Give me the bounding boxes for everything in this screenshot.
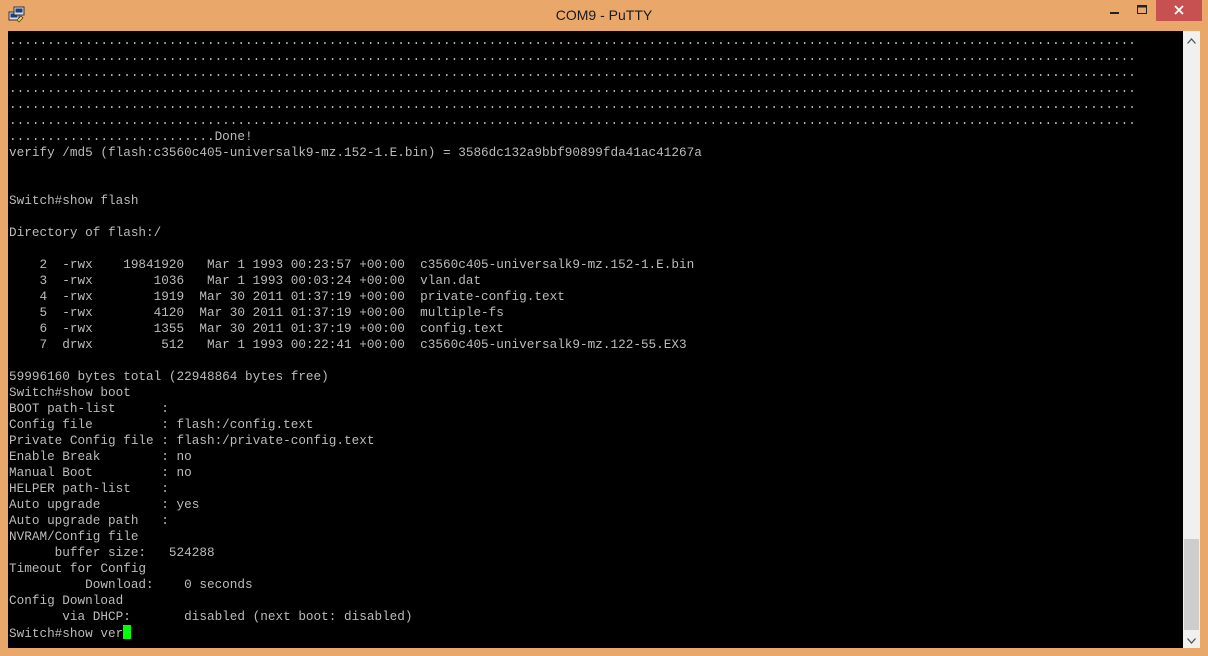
window-bottom-border[interactable]	[0, 648, 1208, 656]
terminal-line: Switch#show boot	[9, 385, 131, 400]
maximize-icon	[1137, 2, 1147, 20]
terminal-line: NVRAM/Config file	[9, 529, 139, 544]
terminal-line: ........................................…	[9, 97, 1136, 112]
terminal-line: Auto upgrade path :	[9, 513, 169, 528]
terminal-output: ........................................…	[8, 33, 1136, 642]
terminal-line: BOOT path-list :	[9, 401, 169, 416]
terminal-line: 4 -rwx 1919 Mar 30 2011 01:37:19 +00:00 …	[9, 289, 565, 304]
terminal-line: 5 -rwx 4120 Mar 30 2011 01:37:19 +00:00 …	[9, 305, 504, 320]
terminal-line: Private Config file : flash:/private-con…	[9, 433, 375, 448]
scrollbar-thumb[interactable]	[1184, 539, 1199, 630]
window-title: COM9 - PuTTY	[555, 7, 653, 23]
terminal-line: Config Download	[9, 593, 124, 608]
terminal-line: Directory of flash:/	[9, 225, 162, 240]
text-cursor	[123, 625, 132, 639]
close-icon	[1174, 2, 1184, 20]
close-button[interactable]	[1156, 0, 1202, 21]
terminal-line: Auto upgrade : yes	[9, 497, 200, 512]
terminal-line: ........................................…	[9, 49, 1136, 64]
terminal-line: Timeout for Config	[9, 561, 147, 576]
vertical-scrollbar[interactable]	[1183, 31, 1200, 648]
terminal-lines: ........................................…	[9, 33, 1136, 624]
terminal-line: Manual Boot : no	[9, 465, 192, 480]
terminal-line: verify /md5 (flash:c3560c405-universalk9…	[9, 145, 702, 160]
title-bar[interactable]: COM9 - PuTTY	[0, 0, 1208, 31]
terminal-line: 2 -rwx 19841920 Mar 1 1993 00:23:57 +00:…	[9, 257, 695, 272]
terminal-line: Config file : flash:/config.text	[9, 417, 314, 432]
terminal-line: HELPER path-list :	[9, 481, 169, 496]
window-right-border[interactable]	[1200, 31, 1208, 656]
terminal-line: Enable Break : no	[9, 449, 192, 464]
terminal-line: ........................................…	[9, 33, 1136, 48]
terminal-line: 3 -rwx 1036 Mar 1 1993 00:03:24 +00:00 v…	[9, 273, 482, 288]
terminal-line: 6 -rwx 1355 Mar 30 2011 01:37:19 +00:00 …	[9, 321, 504, 336]
terminal-line: ........................................…	[9, 81, 1136, 96]
scroll-up-arrow-icon	[1187, 31, 1196, 49]
scroll-down-arrow-icon	[1187, 631, 1196, 649]
terminal-line: Switch#show flash	[9, 193, 139, 208]
terminal-line: ........................................…	[9, 65, 1136, 80]
terminal-area[interactable]: ........................................…	[8, 31, 1183, 648]
terminal-line: ...........................Done!	[9, 129, 253, 144]
terminal-line: via DHCP: disabled (next boot: disabled)	[9, 609, 413, 624]
terminal-line: ........................................…	[9, 113, 1136, 128]
minimize-icon	[1110, 2, 1120, 20]
terminal-line: 59996160 bytes total (22948864 bytes fre…	[9, 369, 329, 384]
maximize-button[interactable]	[1129, 0, 1155, 21]
terminal-line: 7 drwx 512 Mar 1 1993 00:22:41 +00:00 c3…	[9, 337, 687, 352]
terminal-prompt-line: Switch#show ver	[9, 626, 124, 641]
scroll-down-button[interactable]	[1183, 631, 1200, 648]
terminal-line: Download: 0 seconds	[9, 577, 253, 592]
terminal-line: buffer size: 524288	[9, 545, 215, 560]
minimize-button[interactable]	[1102, 0, 1128, 21]
putty-window: COM9 - PuTTY ...........................…	[0, 0, 1208, 656]
scroll-up-button[interactable]	[1183, 31, 1200, 48]
